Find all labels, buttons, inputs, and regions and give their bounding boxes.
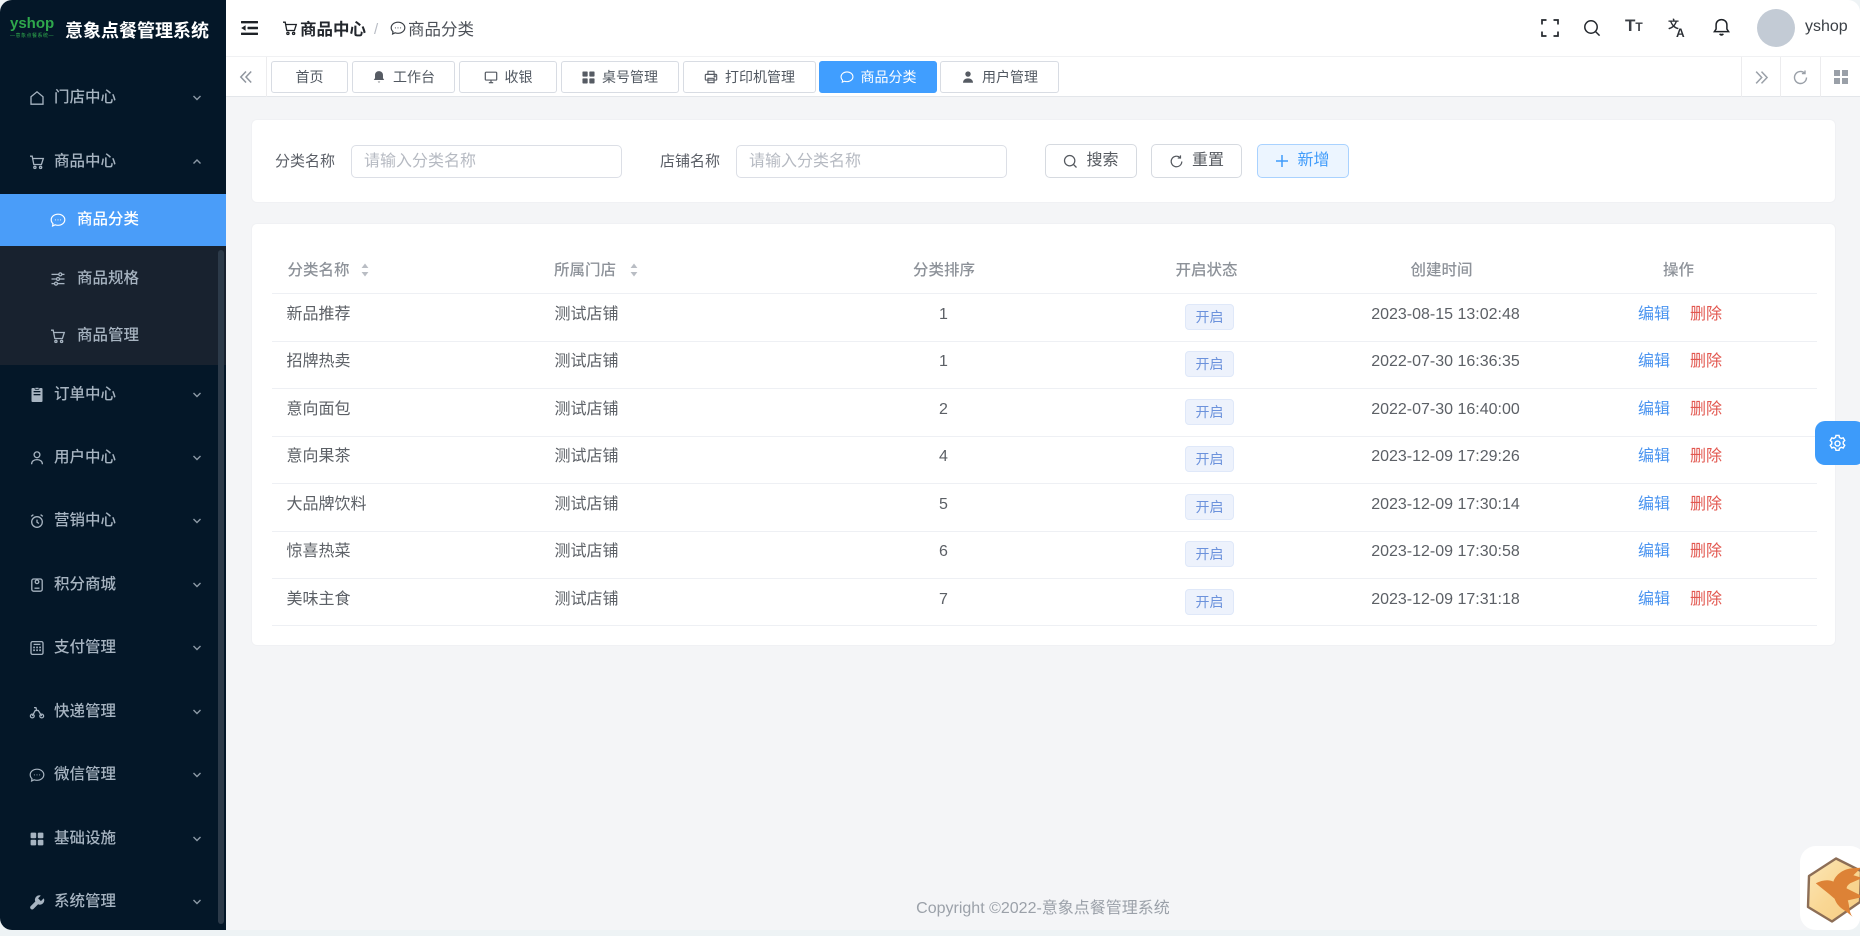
svg-text:A: A — [1676, 26, 1685, 38]
